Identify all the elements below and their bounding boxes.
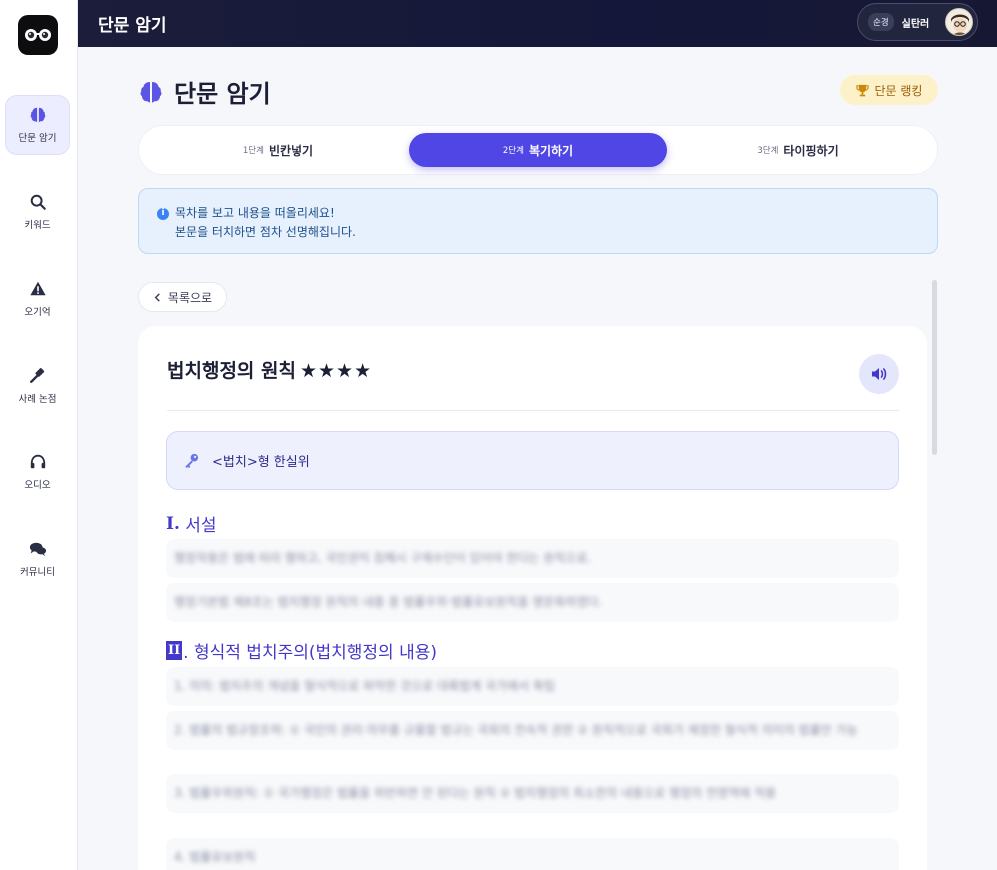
step-number: 2단계 — [502, 146, 524, 156]
sidebar-item-keyword[interactable]: 키워드 — [5, 182, 70, 242]
step-number: 1단계 — [242, 146, 264, 156]
info-line-1: i 목차를 보고 내용을 떠올리세요! — [157, 204, 937, 223]
tab-step-3[interactable]: 3단계 타이핑하기 — [669, 133, 927, 167]
sidebar: 단문 암기 키워드 오기억 사례 논점 오디오 커뮤니티 — [0, 0, 78, 870]
sidebar-item-label: 오디오 — [24, 480, 51, 491]
sidebar-item-community[interactable]: 커뮤니티 — [5, 529, 70, 589]
avatar[interactable] — [945, 8, 973, 36]
sidebar-item-audio[interactable]: 오디오 — [5, 442, 70, 502]
app-logo[interactable] — [18, 15, 58, 55]
section-title: 서설 — [185, 516, 217, 536]
sidebar-item-dan-mun-am-gi[interactable]: 단문 암기 — [5, 95, 70, 155]
list-item[interactable]: 행정작용은 법에 따라 행하고, 국민권익 침해시 구제수단이 있어야 한다는 … — [166, 539, 899, 578]
info-line-2: 본문을 터치하면 점차 선명해집니다. — [157, 223, 937, 242]
chat-icon — [29, 542, 46, 557]
sidebar-item-label: 단문 암기 — [18, 133, 57, 144]
card-title: 법치행정의 원칙 ★★★★ — [167, 356, 372, 383]
sidebar-item-label: 오기억 — [24, 307, 51, 318]
hidden-text: 행정작용은 법에 따라 행하고, 국민권익 침해시 구제수단이 있어야 한다는 … — [174, 551, 592, 565]
trophy-icon — [855, 84, 869, 96]
list-item[interactable]: 2. 법률의 법규창조력: ① 국민의 권리·의무를 규율할 법규는 국회의 전… — [166, 711, 899, 750]
hidden-text: 2. 법률의 법규창조력: ① 국민의 권리·의무를 규율할 법규는 국회의 전… — [174, 723, 858, 737]
hidden-text: 4. 법률유보원칙 — [174, 850, 256, 864]
rank-badge: 순경 — [868, 13, 894, 31]
speaker-icon — [872, 368, 887, 380]
sidebar-item-mis-memory[interactable]: 오기억 — [5, 269, 70, 329]
hidden-text: 1. 의의: 법치주의 개념을 형식적으로 파악한 것으로 대륙법계 국가에서 … — [174, 679, 556, 693]
sidebar-item-label: 키워드 — [24, 220, 51, 231]
gavel-icon — [29, 367, 44, 384]
section-title: . 형식적 법치주의(법치행정의 내용) — [183, 643, 438, 663]
step-name: 복기하기 — [528, 143, 574, 158]
info-text-2: 본문을 터치하면 점차 선명해집니다. — [175, 225, 356, 239]
step-tabs: 1단계 빈칸넣기 2단계 복기하기 3단계 타이핑하기 — [138, 125, 938, 175]
list-item[interactable]: 3. 법률우위원칙: ① 국가행정은 법률을 위반하면 안 된다는 원칙 ② 법… — [166, 774, 899, 813]
warning-icon — [29, 281, 46, 296]
section-heading-2: II. 형식적 법치주의(법치행정의 내용) — [166, 638, 437, 663]
tab-step-1[interactable]: 1단계 빈칸넣기 — [149, 133, 407, 167]
page-title: 단문 암기 — [138, 74, 271, 109]
info-text-1: 목차를 보고 내용을 떠올리세요! — [175, 206, 335, 220]
chevron-left-icon — [154, 292, 160, 302]
headphones-icon — [30, 454, 45, 469]
section-numeral: I. — [166, 513, 180, 534]
section-heading-1: I. 서설 — [166, 511, 217, 537]
keyword-box: <법치>형 한실위 — [166, 431, 899, 490]
sidebar-item-case-issues[interactable]: 사례 논점 — [5, 356, 70, 416]
user-name: 실탄러 — [901, 18, 930, 30]
back-to-list-button[interactable]: 목록으로 — [138, 282, 227, 312]
app-title: 단문 암기 — [98, 16, 167, 36]
section-numeral: II — [166, 641, 183, 660]
hidden-text: 3. 법률우위원칙: ① 국가행정은 법률을 위반하면 안 된다는 원칙 ② 법… — [174, 786, 777, 800]
list-item[interactable]: 행정기본법 제8조는 법치행정 원칙의 내용 중 법률우위·법률유보원칙을 명문… — [166, 583, 899, 622]
key-icon — [185, 453, 199, 469]
sidebar-item-label: 사례 논점 — [18, 394, 57, 405]
page-title-text: 단문 암기 — [174, 80, 271, 108]
list-item[interactable]: 4. 법률유보원칙 — [166, 838, 899, 870]
step-number: 3단계 — [757, 146, 779, 156]
info-notice: i 목차를 보고 내용을 떠올리세요! 본문을 터치하면 점차 선명해집니다. — [138, 188, 938, 254]
importance-stars: ★★★★ — [299, 360, 373, 382]
card-title-text: 법치행정의 원칙 — [167, 360, 296, 382]
top-bar: 단문 암기 순경 실탄러 — [78, 0, 997, 47]
hidden-text: 행정기본법 제8조는 법치행정 원칙의 내용 중 법률우위·법률유보원칙을 명문… — [174, 595, 603, 609]
search-icon — [30, 194, 46, 210]
tab-step-2[interactable]: 2단계 복기하기 — [409, 133, 667, 167]
avatar-image — [946, 9, 972, 35]
info-icon: i — [157, 207, 169, 220]
sidebar-item-label: 커뮤니티 — [20, 567, 55, 578]
user-menu[interactable]: 순경 실탄러 — [857, 3, 978, 41]
ranking-label: 단문 랭킹 — [874, 83, 923, 98]
keyword-text: <법치>형 한실위 — [212, 455, 310, 470]
list-item[interactable]: 1. 의의: 법치주의 개념을 형식적으로 파악한 것으로 대륙법계 국가에서 … — [166, 667, 899, 706]
step-name: 빈칸넣기 — [268, 143, 314, 158]
content-card: 법치행정의 원칙 ★★★★ <법치>형 한실위 I. 서설 행정작용은 법에 따라… — [138, 326, 927, 870]
speaker-button[interactable] — [859, 354, 899, 394]
brain-icon — [30, 107, 45, 123]
divider — [167, 410, 899, 411]
back-label: 목록으로 — [167, 290, 213, 305]
ranking-button[interactable]: 단문 랭킹 — [840, 75, 938, 105]
scrollbar[interactable] — [932, 280, 937, 455]
glasses-logo-icon — [25, 29, 51, 41]
brain-icon — [140, 81, 162, 102]
step-name: 타이핑하기 — [783, 143, 839, 158]
